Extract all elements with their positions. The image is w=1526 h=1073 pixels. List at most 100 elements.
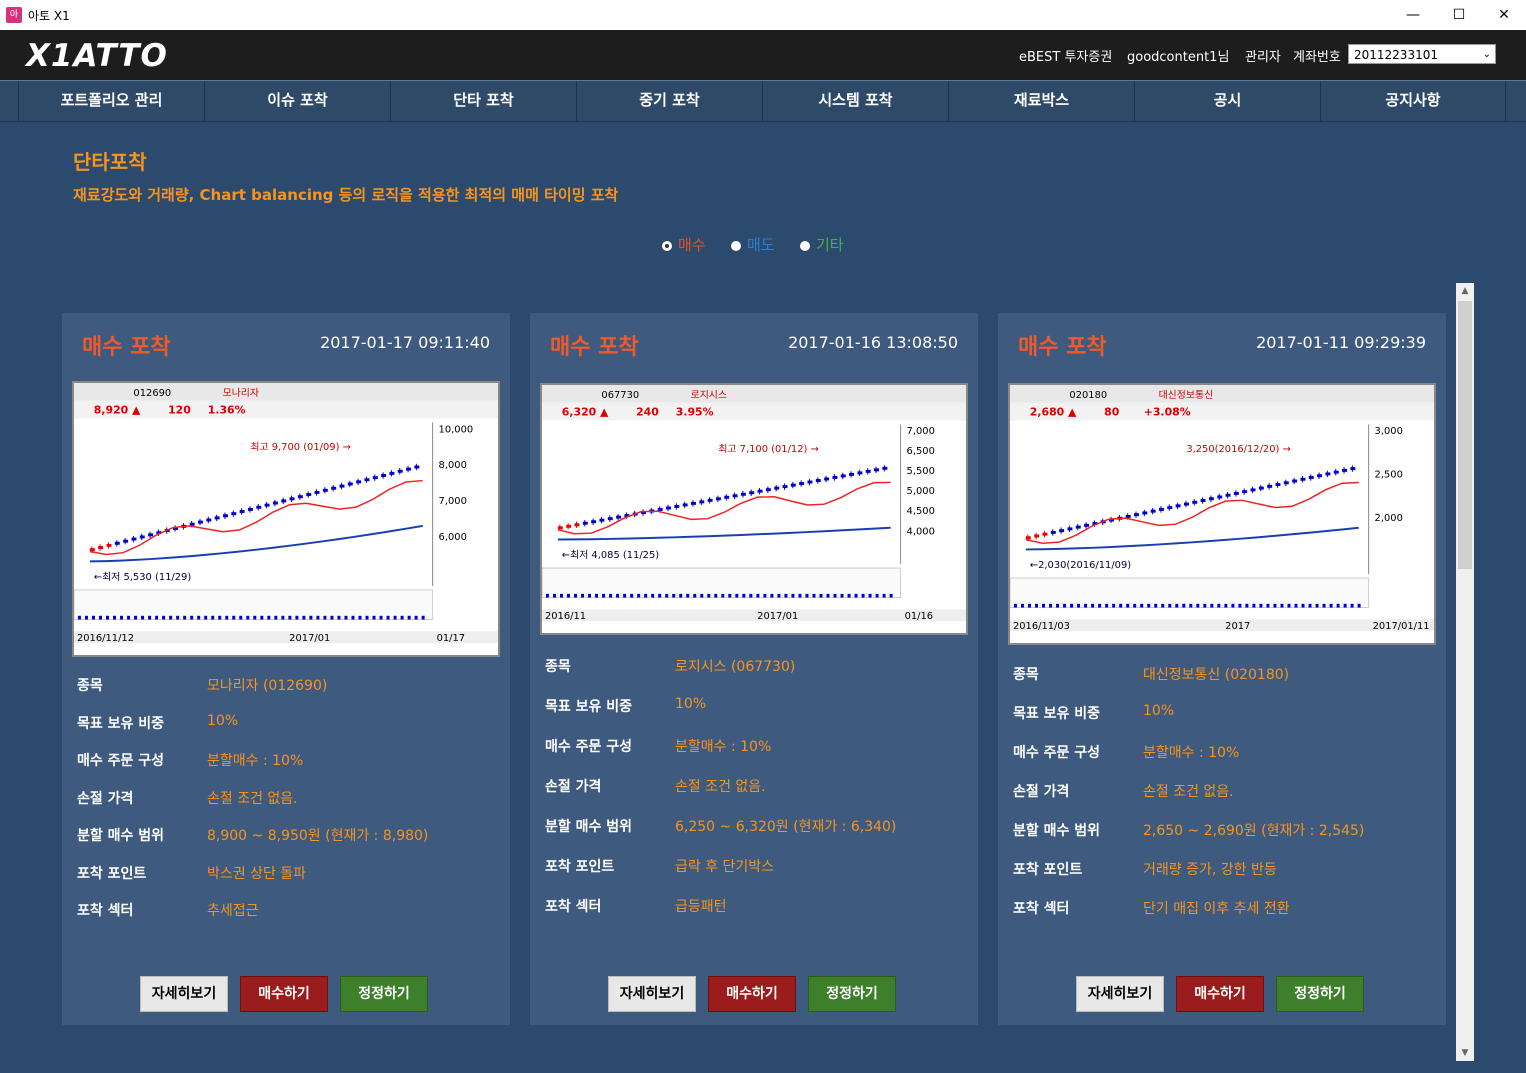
buy-button[interactable]: 매수하기 xyxy=(240,976,328,1012)
nav-short-term[interactable]: 단타 포착 xyxy=(390,81,576,121)
chart-code: 067730 xyxy=(601,390,639,401)
info-label: 분할 매수 범위 xyxy=(77,828,165,844)
chart-rate: +3.08% xyxy=(1144,406,1191,419)
account-select[interactable]: 20112233101 ⌄ xyxy=(1348,44,1496,64)
chart-low-label: ←최저 4,085 (11/25) xyxy=(562,549,659,561)
section-title: 단타포착 xyxy=(73,150,147,174)
card-title: 매수 포착 xyxy=(550,335,639,360)
scroll-down-icon[interactable]: ▼ xyxy=(1456,1045,1474,1061)
info-label: 포착 포인트 xyxy=(1013,862,1083,878)
info-value: 10% xyxy=(675,696,707,712)
info-label: 종목 xyxy=(545,659,571,675)
scroll-up-icon[interactable]: ▲ xyxy=(1456,283,1474,299)
chart-change: 240 xyxy=(636,406,659,419)
card-datetime: 2017-01-16 13:08:50 xyxy=(788,333,958,352)
account-label: 계좌번호 xyxy=(1293,50,1341,65)
card-datetime: 2017-01-17 09:11:40 xyxy=(320,333,490,352)
card-title: 매수 포착 xyxy=(1018,335,1107,360)
info-label: 목표 보유 비중 xyxy=(1013,706,1101,722)
vertical-scrollbar[interactable]: ▲ ▼ xyxy=(1456,283,1474,1061)
close-button[interactable]: ✕ xyxy=(1481,0,1526,30)
chart-axis-tick: 6,000 xyxy=(439,532,467,543)
info-value: 10% xyxy=(1143,703,1175,719)
chart-axis-tick: 5,000 xyxy=(907,486,935,497)
info-value: 8,900 ~ 8,950원 (현재가 : 8,980) xyxy=(207,828,429,844)
info-label: 손절 가격 xyxy=(77,790,134,807)
stock-chart[interactable]: 012690 모나리자 8,920 ▲ 120 1.36% 10,000 8,000 7,00… xyxy=(72,381,500,657)
nav-material-box[interactable]: 재료박스 xyxy=(948,81,1134,121)
nav-disclosure[interactable]: 공시 xyxy=(1134,81,1320,121)
stock-chart[interactable]: 067730 로지시스 6,320 ▲ 240 3.95% 7,000 6,500 5,500… xyxy=(540,383,968,635)
info-label: 매수 주문 구성 xyxy=(77,753,165,769)
chart-axis-tick: 4,000 xyxy=(907,526,935,537)
nav-issue[interactable]: 이슈 포착 xyxy=(204,81,390,121)
filter-buy[interactable]: 매수 xyxy=(662,234,706,255)
radio-icon xyxy=(731,240,741,251)
scroll-thumb[interactable] xyxy=(1458,301,1472,569)
chart-axis-tick: 5,500 xyxy=(907,466,935,477)
info-label: 분할 매수 범위 xyxy=(1013,823,1101,839)
detail-button[interactable]: 자세히보기 xyxy=(140,976,228,1012)
chart-price: 8,920 ▲ xyxy=(94,404,141,417)
chart-date-end: 01/16 xyxy=(905,611,934,622)
info-label: 매수 주문 구성 xyxy=(545,739,633,755)
chart-low-label: ←최저 5,530 (11/29) xyxy=(94,571,191,583)
filter-sell[interactable]: 매도 xyxy=(731,234,775,255)
chart-stock-name: 대신정보통신 xyxy=(1159,389,1214,401)
info-label: 포착 섹터 xyxy=(77,903,134,919)
maximize-button[interactable]: ☐ xyxy=(1436,0,1482,30)
chart-code: 012690 xyxy=(133,388,171,399)
buy-button[interactable]: 매수하기 xyxy=(1176,976,1264,1012)
info-label: 종목 xyxy=(77,678,103,694)
info-value: 모나리자 (012690) xyxy=(207,678,328,694)
info-value: 급락 후 단기박스 xyxy=(675,859,775,875)
nav-mid-term[interactable]: 중기 포착 xyxy=(576,81,762,121)
info-value: 2,650 ~ 2,690원 (현재가 : 2,545) xyxy=(1143,823,1365,839)
chart-date-start: 2016/11 xyxy=(545,611,586,622)
capture-card: 매수 포착 2017-01-11 09:29:39 020180 대신정보통신 2,68… xyxy=(998,313,1446,1025)
minimize-button[interactable]: — xyxy=(1390,0,1436,30)
info-label: 매수 주문 구성 xyxy=(1013,745,1101,761)
nav-notice[interactable]: 공지사항 xyxy=(1320,81,1506,121)
chart-code: 020180 xyxy=(1069,390,1107,401)
stock-chart[interactable]: 020180 대신정보통신 2,680 ▲ 80 +3.08% 3,000 2,500 2,0… xyxy=(1008,383,1436,645)
chart-rate: 3.95% xyxy=(676,406,714,419)
edit-button[interactable]: 정정하기 xyxy=(1276,976,1364,1012)
detail-button[interactable]: 자세히보기 xyxy=(608,976,696,1012)
chart-stock-name: 로지시스 xyxy=(691,389,727,401)
capture-card: 매수 포착 2017-01-16 13:08:50 067730 로지시스 6,320 … xyxy=(530,313,978,1025)
info-label: 목표 보유 비중 xyxy=(545,699,633,715)
info-value: 분할매수 : 10% xyxy=(675,739,772,755)
chart-axis-tick: 10,000 xyxy=(439,424,474,435)
info-label: 종목 xyxy=(1013,667,1039,683)
info-value: 추세접근 xyxy=(207,903,259,919)
chart-high-label: 3,250(2016/12/20) → xyxy=(1186,444,1290,455)
info-value: 분할매수 : 10% xyxy=(1143,745,1240,761)
admin-link[interactable]: 관리자 xyxy=(1245,46,1281,65)
info-value: 손절 조건 없음. xyxy=(207,790,298,807)
chart-high-label: 최고 9,700 (01/09) → xyxy=(250,441,351,453)
info-value: 대신정보통신 (020180) xyxy=(1143,667,1290,683)
user-name: goodcontent1님 xyxy=(1127,50,1230,65)
nav-portfolio[interactable]: 포트폴리오 관리 xyxy=(18,81,204,121)
chart-price: 6,320 ▲ xyxy=(562,406,609,419)
detail-button[interactable]: 자세히보기 xyxy=(1076,976,1164,1012)
capture-card: 매수 포착 2017-01-17 09:11:40 012690 모나리자 8,920 … xyxy=(62,313,510,1025)
chart-date-mid: 2017/01 xyxy=(757,611,798,622)
card-datetime: 2017-01-11 09:29:39 xyxy=(1256,333,1426,352)
chart-axis-tick: 3,000 xyxy=(1375,426,1403,437)
window-titlebar: 아 아토 X1 — ☐ ✕ xyxy=(0,0,1526,30)
info-label: 손절 가격 xyxy=(545,779,602,795)
edit-button[interactable]: 정정하기 xyxy=(808,976,896,1012)
info-label: 포착 포인트 xyxy=(545,859,615,875)
nav-system[interactable]: 시스템 포착 xyxy=(762,81,948,121)
buy-button[interactable]: 매수하기 xyxy=(708,976,796,1012)
chart-date-mid: 2017/01 xyxy=(289,633,330,644)
info-label: 포착 포인트 xyxy=(77,865,147,882)
chart-axis-tick: 7,000 xyxy=(439,496,467,507)
edit-button[interactable]: 정정하기 xyxy=(340,976,428,1012)
filter-etc[interactable]: 기타 xyxy=(800,234,844,255)
chart-date-start: 2016/11/12 xyxy=(77,633,134,644)
window-title: 아토 X1 xyxy=(28,9,70,23)
info-label: 손절 가격 xyxy=(1013,784,1070,800)
